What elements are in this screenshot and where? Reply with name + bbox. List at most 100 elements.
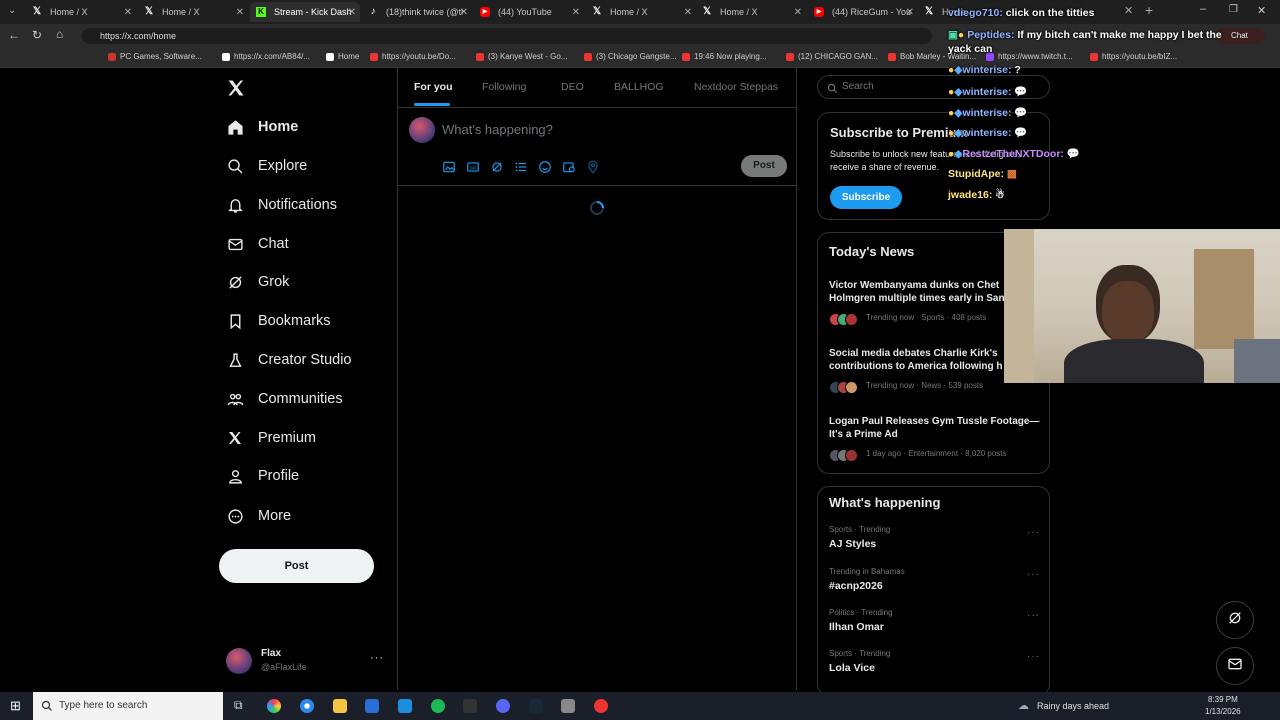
gif-icon[interactable]: GIF (466, 160, 480, 179)
chat-message: jwade16: ☃ (948, 189, 1005, 201)
close-icon[interactable]: ✕ (460, 7, 468, 18)
bookmark[interactable]: (3) Chicago Gangste... (584, 52, 676, 61)
sidebar-item-notifications[interactable]: Notifications (226, 191, 337, 219)
sidebar-item-premium[interactable]: Premium (226, 424, 316, 452)
bookmark[interactable]: https://youtu.be/Do... (370, 52, 456, 61)
subscribe-button[interactable]: Subscribe (830, 186, 902, 209)
chrome-icon[interactable] (300, 699, 314, 713)
composer-input[interactable]: What's happening? (442, 122, 742, 137)
restore-icon[interactable]: ❐ (1229, 4, 1238, 15)
window-close-icon[interactable]: ✕ (1257, 4, 1266, 17)
close-icon[interactable]: ✕ (1124, 4, 1133, 17)
close-icon[interactable]: ✕ (236, 7, 244, 18)
messages-floating-button[interactable] (1216, 647, 1254, 685)
search-input[interactable]: Search (842, 81, 874, 92)
browser-tab[interactable]: 𝕏 Home / X ✕ (696, 2, 806, 22)
tab-for-you[interactable]: For you (414, 81, 453, 93)
close-icon[interactable]: ✕ (124, 7, 132, 18)
reload-icon[interactable]: ↻ (32, 28, 42, 42)
news-meta: Trending now · News · 539 posts (866, 381, 984, 390)
x-logo-icon[interactable] (226, 78, 246, 103)
clock-date[interactable]: 1/13/2026 (1205, 707, 1241, 716)
minimize-icon[interactable]: – (1200, 3, 1206, 15)
browser-tab[interactable]: 𝕏 Home / X ✕ (586, 2, 696, 22)
tab-deo[interactable]: DEO (561, 81, 584, 93)
browser-tab[interactable]: ▶ (44) YouTube ✕ (474, 2, 584, 22)
weather-text[interactable]: Rainy days ahead (1037, 701, 1109, 711)
more-dots-icon[interactable]: ··· (1027, 569, 1040, 580)
close-icon[interactable]: ✕ (794, 7, 802, 18)
trend-item[interactable]: Politics · Trending Ilhan Omar ··· (818, 608, 1051, 640)
close-icon[interactable]: ✕ (348, 7, 356, 18)
more-dots-icon[interactable]: ··· (1027, 527, 1040, 538)
bookmark[interactable]: (3) Kanye West - Go... (476, 52, 567, 61)
more-dots-icon[interactable]: ··· (1027, 651, 1040, 662)
sidebar-item-bookmarks[interactable]: Bookmarks (226, 307, 331, 335)
copilot-icon[interactable] (267, 699, 281, 713)
news-item[interactable]: Logan Paul Releases Gym Tussle Footage—I… (818, 415, 1051, 465)
app-icon[interactable] (463, 699, 477, 713)
tab-following[interactable]: Following (482, 81, 526, 93)
post-button[interactable]: Post (219, 549, 374, 583)
app-icon[interactable] (594, 699, 608, 713)
sidebar-item-communities[interactable]: Communities (226, 385, 343, 413)
sidebar-item-grok[interactable]: Grok (226, 268, 289, 296)
sidebar-item-more[interactable]: More (226, 502, 291, 530)
emoji-icon[interactable] (538, 160, 552, 179)
bookmark[interactable]: https://x.com/AB84/... (222, 52, 310, 61)
windows-start-icon[interactable]: ⊞ (10, 698, 21, 714)
sidebar-item-label: Notifications (258, 197, 337, 213)
browser-tab[interactable]: ♪ (18)think twice (@ti ✕ (362, 2, 472, 22)
tab-ballhog[interactable]: BALLHOG (614, 81, 664, 93)
tab-nextdoor-steppas[interactable]: Nextdoor Steppas (694, 81, 778, 93)
more-dots-icon[interactable]: ··· (1027, 610, 1040, 621)
poll-icon[interactable] (514, 160, 528, 179)
image-icon[interactable] (442, 160, 456, 179)
close-icon[interactable]: ✕ (572, 7, 580, 18)
taskbar-search-input[interactable]: Type here to search (59, 700, 147, 711)
bookmark[interactable]: PC Games, Software... (108, 52, 202, 61)
chat-message: ●◆winterise: 💬 (948, 107, 1028, 119)
sidebar-item-home[interactable]: Home (226, 113, 298, 141)
bookmark[interactable]: 19:46 Now playing... (682, 52, 767, 61)
home-icon[interactable]: ⌂ (56, 27, 63, 41)
new-tab-icon[interactable]: + (1145, 2, 1153, 18)
store-icon[interactable] (365, 699, 379, 713)
sidebar-item-chat[interactable]: Chat (226, 230, 289, 258)
location-icon[interactable] (586, 160, 600, 179)
sidebar-item-explore[interactable]: Explore (226, 152, 307, 180)
clock-time[interactable]: 8:39 PM (1208, 695, 1238, 704)
app-icon[interactable] (561, 699, 575, 713)
steam-icon[interactable] (529, 699, 543, 713)
grok-floating-button[interactable] (1216, 601, 1254, 639)
discord-icon[interactable] (496, 699, 510, 713)
chat-username: winterise: (962, 127, 1012, 139)
grok-icon[interactable] (490, 160, 504, 179)
sidebar-item-creator-studio[interactable]: Creator Studio (226, 346, 352, 374)
chat-username: jwade16: (948, 189, 993, 201)
account-switcher[interactable]: Flax @aFlaxLife ··· (226, 646, 406, 678)
url-field[interactable]: https://x.com/home (82, 28, 932, 44)
schedule-icon[interactable] (562, 160, 576, 179)
tab-list-chevron-icon[interactable]: ⌄ (8, 5, 16, 16)
browser-tab[interactable]: ▶ (44) RiceGum - You ✕ (808, 2, 918, 22)
trend-item[interactable]: Sports · Trending AJ Styles ··· (818, 525, 1051, 557)
browser-tab[interactable]: 𝕏 Home / X ✕ (138, 2, 248, 22)
taskbar-search[interactable]: Type here to search (33, 692, 223, 720)
sidebar-item-profile[interactable]: Profile (226, 462, 299, 490)
avatar (409, 117, 435, 143)
back-icon[interactable]: ← (8, 28, 20, 42)
bookmark[interactable]: Home (326, 52, 359, 61)
file-explorer-icon[interactable] (333, 699, 347, 713)
trend-item[interactable]: Sports · Trending Lola Vice ··· (818, 649, 1051, 681)
composer-post-button[interactable]: Post (741, 155, 787, 177)
close-icon[interactable]: ✕ (684, 7, 692, 18)
browser-tab-active[interactable]: K Stream - Kick Dash ✕ (250, 2, 360, 22)
browser-tab[interactable]: 𝕏 Home / X ✕ (26, 2, 136, 22)
trend-item[interactable]: Trending in Bahamas #acnp2026 ··· (818, 567, 1051, 599)
close-icon[interactable]: ✕ (906, 7, 914, 18)
bookmark[interactable]: (12) CHICAGO GAN... (786, 52, 878, 61)
task-view-icon[interactable]: ⧉ (234, 698, 243, 713)
spotify-icon[interactable] (431, 699, 445, 713)
mail-app-icon[interactable] (398, 699, 412, 713)
